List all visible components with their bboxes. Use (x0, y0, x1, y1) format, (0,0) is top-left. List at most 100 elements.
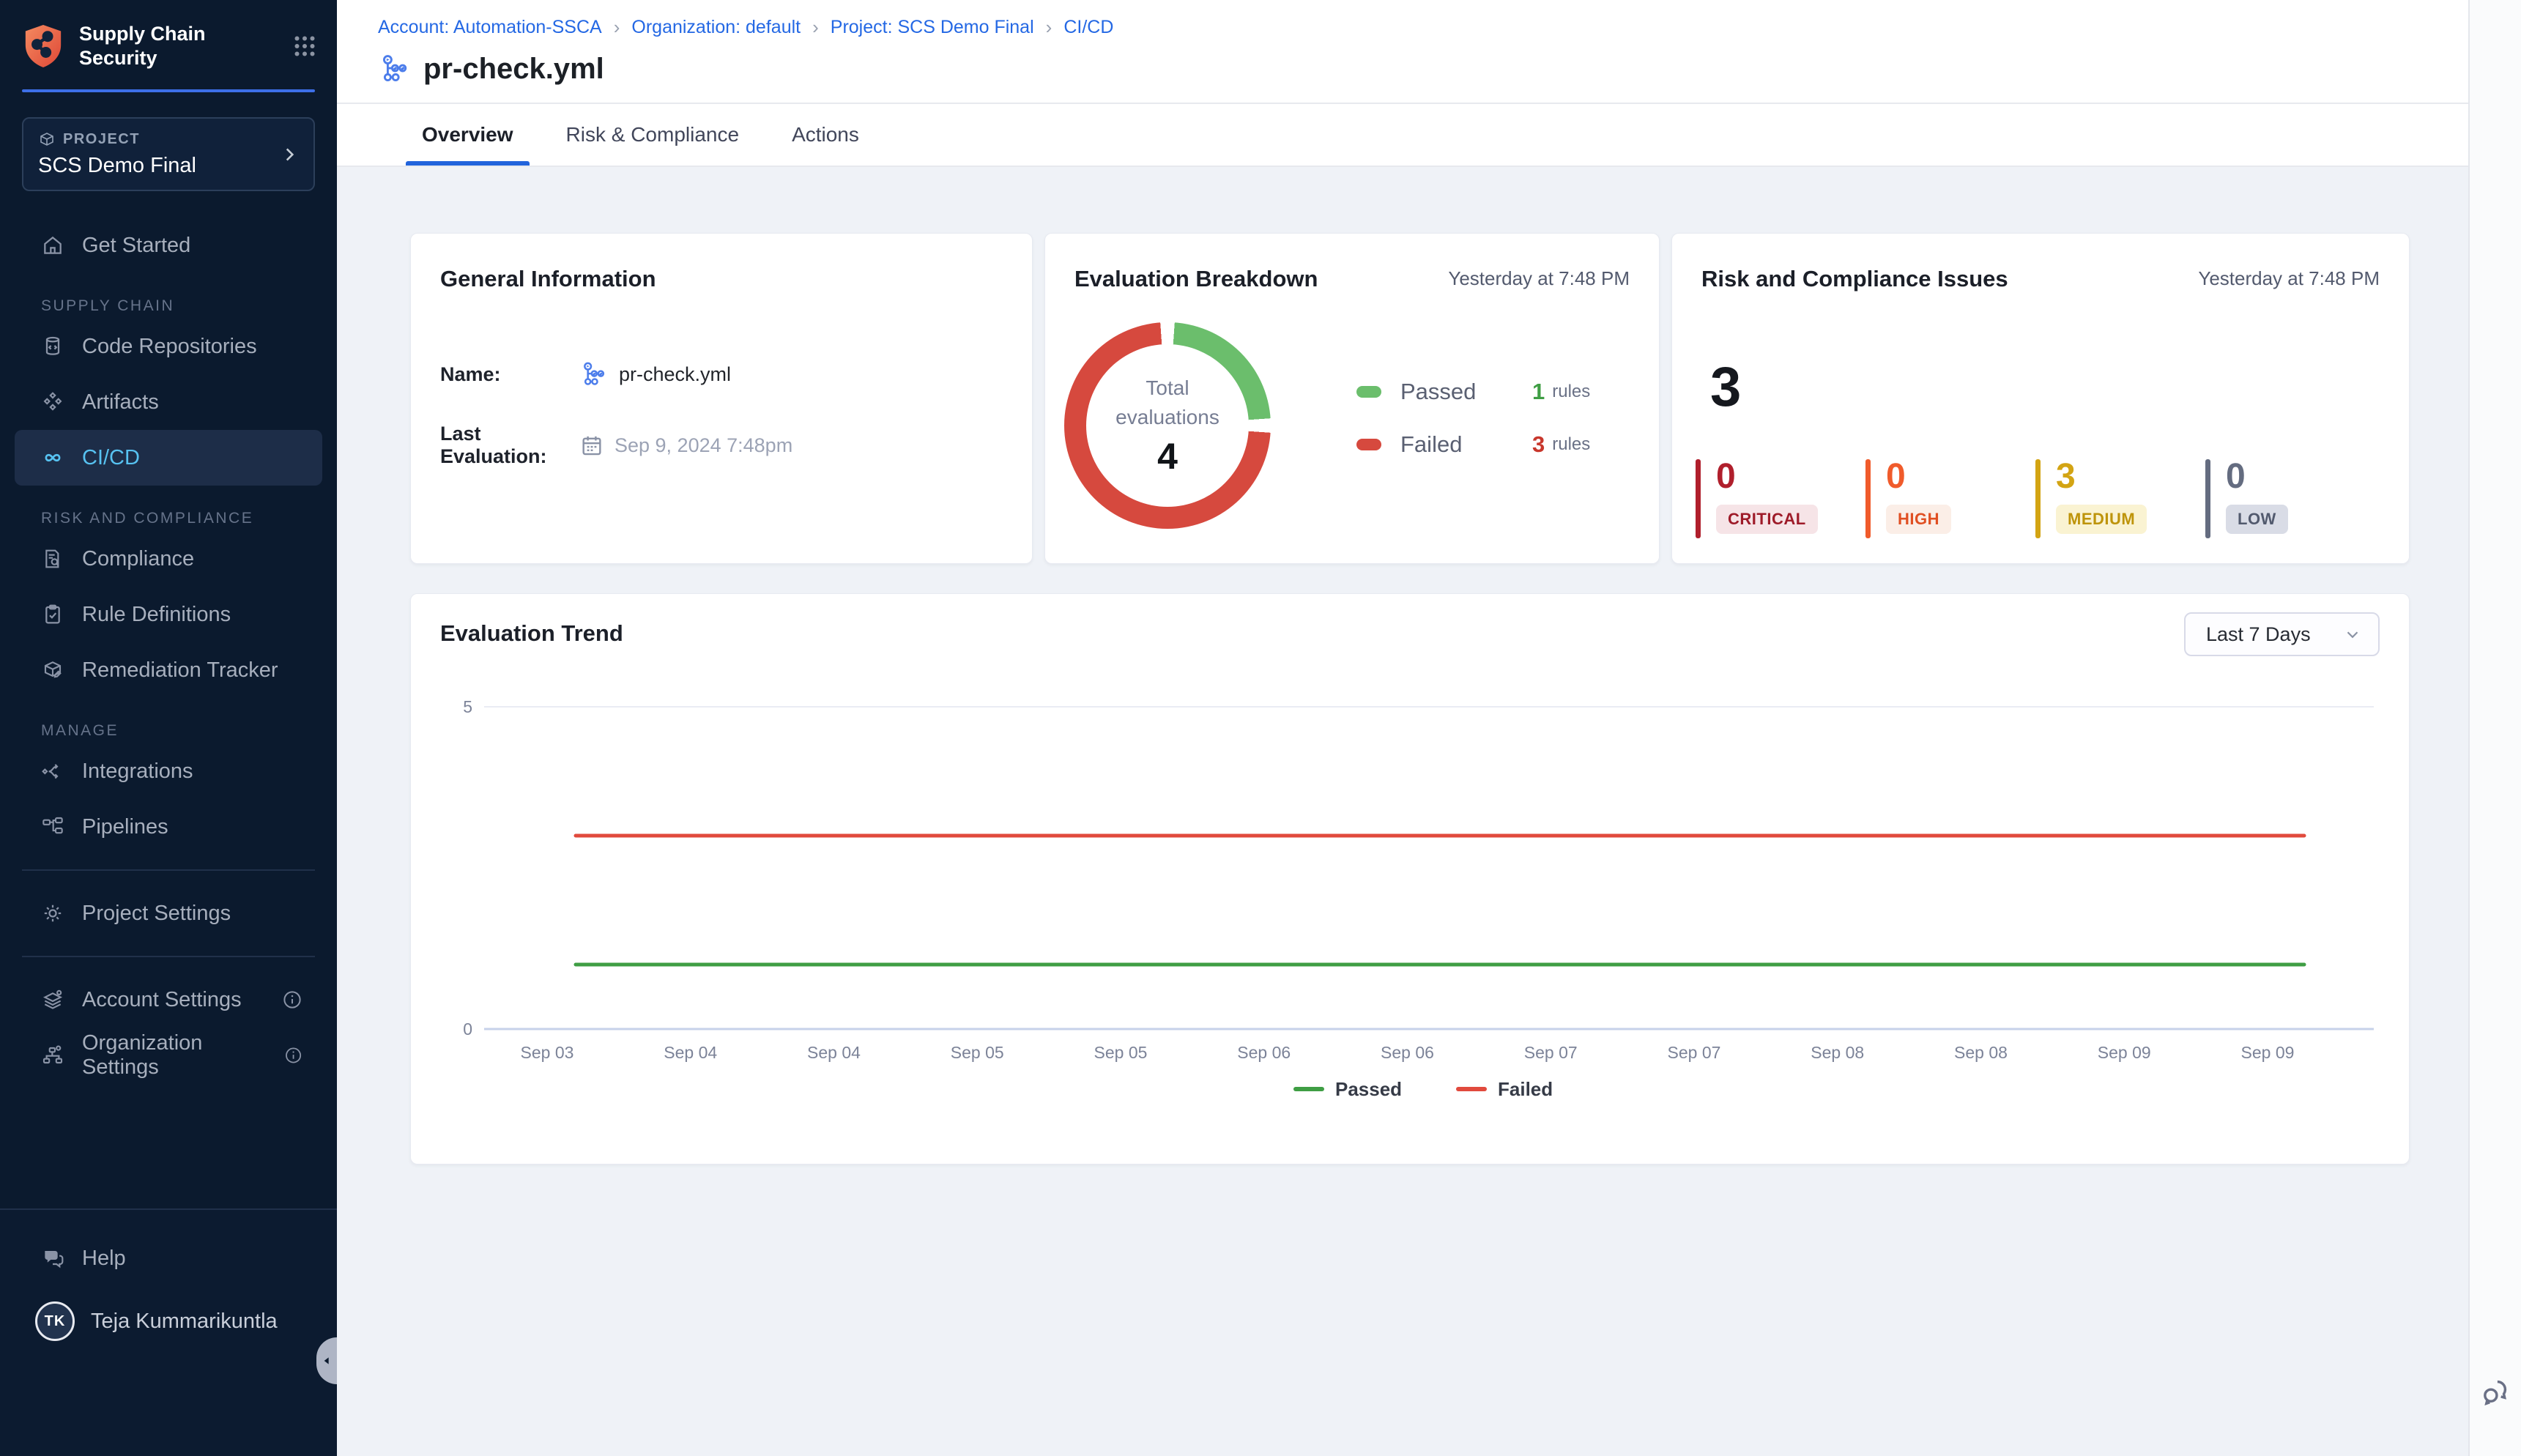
evaluation-trend-line-chart: 50Sep 03Sep 04Sep 04Sep 05Sep 05Sep 06Se… (440, 675, 2381, 1129)
tab-actions[interactable]: Actions (776, 104, 875, 166)
app-title: Supply Chain Security (79, 22, 292, 70)
breadcrumb: Account: Automation-SSCA › Organization:… (378, 16, 2468, 39)
severity-summary: 0 CRITICAL 0 HIGH 3 MEDIUM (1696, 459, 2375, 538)
user-menu[interactable]: TK Teja Kummarikuntla (15, 1298, 322, 1345)
supply-chain-security-logo-icon (22, 23, 64, 70)
sidebar-item-compliance[interactable]: Compliance (15, 531, 322, 587)
svg-text:Sep 06: Sep 06 (1237, 1043, 1291, 1062)
breadcrumb-separator: › (614, 16, 620, 39)
date-range-select[interactable]: Last 7 Days (2184, 612, 2380, 656)
breadcrumb-cicd-link[interactable]: CI/CD (1063, 17, 1113, 38)
severity-bar (2205, 459, 2210, 538)
svg-text:Sep 08: Sep 08 (1811, 1043, 1864, 1062)
project-selector[interactable]: PROJECT SCS Demo Final (22, 117, 315, 191)
svg-text:Sep 06: Sep 06 (1381, 1043, 1434, 1062)
svg-text:0: 0 (463, 1019, 472, 1039)
evaluation-trend-title: Evaluation Trend (440, 620, 2380, 647)
svg-text:Sep 07: Sep 07 (1668, 1043, 1721, 1062)
home-icon (41, 234, 64, 257)
project-selector-value: SCS Demo Final (38, 154, 280, 178)
donut-legend: Passed 1 rules Failed 3 rules (1356, 379, 1590, 458)
sidebar-item-help[interactable]: ? Help (15, 1230, 322, 1286)
clipboard-check-icon (41, 603, 64, 626)
sidebar-item-label: Pipelines (82, 815, 168, 839)
sidebar-item-get-started[interactable]: Get Started (15, 218, 322, 273)
tab-overview[interactable]: Overview (406, 104, 530, 166)
sidebar-item-cicd[interactable]: CI/CD (15, 430, 322, 486)
breadcrumb-project-link[interactable]: Project: SCS Demo Final (831, 17, 1034, 38)
tab-risk-and-compliance[interactable]: Risk & Compliance (550, 104, 756, 166)
evaluation-trend-card: Evaluation Trend Last 7 Days 50Sep 03Sep… (410, 593, 2410, 1165)
critical-badge: CRITICAL (1716, 505, 1818, 534)
risk-issues-total: 3 (1710, 355, 1741, 419)
svg-text:Sep 04: Sep 04 (807, 1043, 861, 1062)
sidebar-item-organization-settings[interactable]: Organization Settings (15, 1028, 322, 1083)
user-name: Teja Kummarikuntla (91, 1310, 278, 1334)
passed-swatch (1356, 386, 1381, 398)
sidebar-item-artifacts[interactable]: Artifacts (15, 374, 322, 430)
last-evaluation-label: Last Evaluation: (440, 423, 579, 468)
module-switcher-grid-icon[interactable] (292, 33, 318, 59)
severity-bar (1696, 459, 1701, 538)
last-evaluation-value: Sep 9, 2024 7:48pm (615, 434, 792, 457)
sidebar-item-account-settings[interactable]: Account Settings (15, 972, 322, 1028)
artifacts-icon (41, 390, 64, 414)
sidebar-item-code-repositories[interactable]: Code Repositories (15, 319, 322, 374)
failed-count: 3 (1532, 431, 1545, 458)
high-badge: HIGH (1886, 505, 1951, 534)
severity-low: 0 LOW (2205, 459, 2364, 538)
tab-bar: Overview Risk & Compliance Actions (337, 104, 2468, 167)
legend-row-passed: Passed 1 rules (1356, 379, 1590, 405)
sidebar-nav: Get Started SUPPLY CHAIN Code Repositori… (0, 191, 337, 1083)
sidebar-item-rule-definitions[interactable]: Rule Definitions (15, 587, 322, 642)
brand-accent-divider (22, 89, 315, 92)
risk-compliance-issues-card: Risk and Compliance Issues Yesterday at … (1671, 233, 2410, 564)
help-chat-icon: ? (41, 1247, 64, 1270)
failed-swatch (1356, 439, 1381, 450)
breadcrumb-account-link[interactable]: Account: Automation-SSCA (378, 17, 602, 38)
risk-issues-timestamp: Yesterday at 7:48 PM (2198, 267, 2380, 290)
sidebar-item-label: Artifacts (82, 390, 159, 415)
cube-icon (38, 130, 56, 148)
sidebar-section-manage: MANAGE (15, 718, 322, 743)
severity-bar (2035, 459, 2041, 538)
info-icon[interactable] (283, 1044, 303, 1066)
svg-text:Sep 04: Sep 04 (664, 1043, 717, 1062)
evaluations-donut-chart: Total evaluations 4 (1064, 322, 1271, 529)
general-information-card: General Information Name: pr-chec (410, 233, 1033, 564)
general-information-title: General Information (440, 266, 1003, 292)
sidebar-item-label: Integrations (82, 759, 193, 784)
avatar: TK (35, 1301, 75, 1341)
info-icon[interactable] (281, 989, 303, 1011)
svg-text:Sep 05: Sep 05 (1094, 1043, 1148, 1062)
infinity-cicd-icon (41, 446, 64, 469)
pipeline-file-icon (579, 360, 609, 389)
app-title-line2: Security (79, 46, 292, 70)
svg-text:Passed: Passed (1335, 1078, 1402, 1100)
sidebar: Supply Chain Security PROJECT SCS Demo F… (0, 0, 337, 1456)
svg-text:Sep 07: Sep 07 (1524, 1043, 1578, 1062)
svg-text:Sep 09: Sep 09 (2241, 1043, 2295, 1062)
svg-text:Sep 03: Sep 03 (521, 1043, 574, 1062)
passed-label: Passed (1400, 379, 1532, 405)
failed-label: Failed (1400, 431, 1532, 458)
sidebar-item-remediation-tracker[interactable]: Remediation Tracker (15, 642, 322, 698)
sidebar-header: Supply Chain Security (0, 0, 337, 89)
main-area: Account: Automation-SSCA › Organization:… (337, 0, 2468, 1456)
sidebar-item-project-settings[interactable]: Project Settings (15, 885, 322, 941)
passed-count: 1 (1532, 379, 1545, 405)
pipeline-file-icon (378, 52, 412, 86)
support-chat-icon[interactable] (2479, 1375, 2512, 1409)
severity-high: 0 HIGH (1865, 459, 2024, 538)
evaluation-breakdown-timestamp: Yesterday at 7:48 PM (1448, 267, 1630, 290)
page-header: Account: Automation-SSCA › Organization:… (337, 0, 2468, 104)
medium-badge: MEDIUM (2056, 505, 2147, 534)
donut-center-label: evaluations (1115, 403, 1219, 432)
breadcrumb-organization-link[interactable]: Organization: default (631, 17, 801, 38)
breadcrumb-separator: › (812, 16, 819, 39)
sidebar-item-integrations[interactable]: Integrations (15, 743, 322, 799)
chevron-down-icon (2343, 625, 2362, 644)
svg-text:Failed: Failed (1498, 1078, 1553, 1100)
sidebar-item-pipelines[interactable]: Pipelines (15, 799, 322, 855)
low-count: 0 (2226, 459, 2364, 494)
